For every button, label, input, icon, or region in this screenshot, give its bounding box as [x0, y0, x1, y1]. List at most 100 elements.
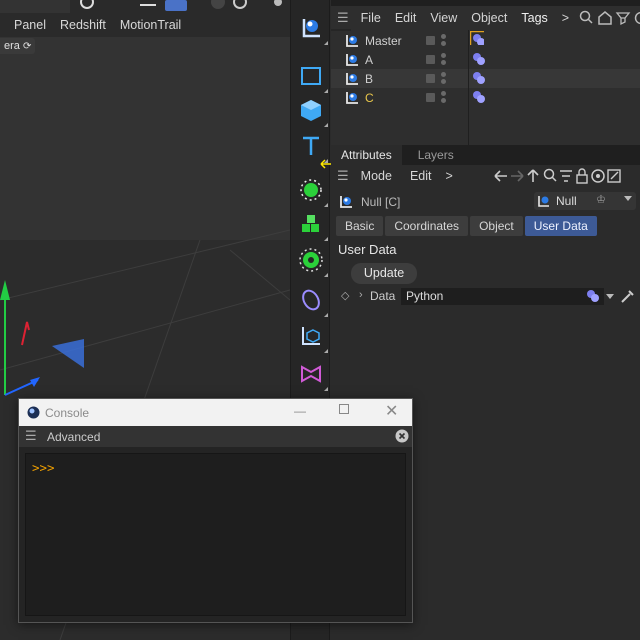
- object-header: Null [C] Null ♔: [331, 191, 640, 213]
- object-type-text: Null: [556, 194, 577, 208]
- python-tag-icon[interactable]: [472, 52, 486, 66]
- visibility-toggle[interactable]: [426, 55, 435, 64]
- update-button[interactable]: Update: [351, 263, 417, 284]
- null-object-icon: [302, 19, 320, 38]
- keyframe-diamond-icon[interactable]: ◇: [341, 289, 349, 302]
- menu-edit[interactable]: Edit: [410, 169, 432, 183]
- object-row-a[interactable]: A: [331, 50, 640, 69]
- console-titlebar[interactable]: Console — ✕: [19, 399, 412, 426]
- chevron-down-icon[interactable]: [606, 294, 614, 299]
- tab-layers[interactable]: Layers: [408, 145, 464, 165]
- hamburger-icon[interactable]: ☰: [337, 10, 349, 26]
- camera-refresh-icon: ⟳: [22, 41, 32, 52]
- object-manager-menubar: ☰ File Edit View Object Tags >: [331, 6, 640, 30]
- close-icon[interactable]: ✕: [385, 401, 398, 421]
- menu-more[interactable]: >: [445, 169, 452, 183]
- crown-icon: ♔: [596, 194, 606, 206]
- cloner-tool[interactable]: [297, 210, 328, 241]
- visibility-toggle[interactable]: [426, 93, 435, 102]
- menu-motiontrail[interactable]: MotionTrail: [120, 18, 181, 32]
- hamburger-icon[interactable]: ☰: [337, 168, 349, 184]
- menu-redshift[interactable]: Redshift: [60, 18, 106, 32]
- section-title: User Data: [338, 242, 397, 257]
- rectangle-spline-icon: [301, 67, 321, 85]
- python-tag-icon[interactable]: [470, 31, 484, 45]
- render-dots[interactable]: [441, 53, 446, 65]
- object-name: B: [365, 71, 374, 86]
- null-object-icon: [346, 73, 358, 85]
- object-name: A: [365, 52, 374, 67]
- viewport-menubar: Panel Redshift MotionTrail: [0, 13, 290, 37]
- attribute-menubar: ☰ Mode Edit >: [331, 165, 640, 187]
- chevron-down-icon: [624, 196, 632, 201]
- attribute-toolbar-icons[interactable]: [493, 168, 640, 184]
- field-icon: [301, 365, 321, 383]
- console-output[interactable]: >>>: [25, 453, 406, 616]
- object-row-master[interactable]: Master: [331, 31, 640, 50]
- data-value: Python: [406, 289, 444, 303]
- render-dots[interactable]: [441, 34, 446, 46]
- menu-panel[interactable]: Panel: [14, 18, 46, 32]
- clear-icon[interactable]: [395, 429, 409, 443]
- console-title: Console: [45, 405, 90, 420]
- menu-mode[interactable]: Mode: [361, 169, 392, 183]
- null-object-icon: [346, 92, 358, 104]
- tab-attributes[interactable]: Attributes: [331, 145, 402, 165]
- rectangle-tool[interactable]: [297, 62, 328, 93]
- attribute-tabs: Attributes Layers: [331, 145, 640, 165]
- effector-tool[interactable]: [297, 246, 328, 277]
- render-dots[interactable]: [441, 72, 446, 84]
- column-divider: [468, 30, 469, 145]
- python-tag-icon[interactable]: [472, 90, 486, 104]
- menu-more[interactable]: >: [562, 11, 569, 25]
- object-row-b[interactable]: B: [331, 69, 640, 88]
- null-object-tool[interactable]: [297, 14, 328, 45]
- field-tool[interactable]: [297, 360, 328, 391]
- object-tabs: Basic Coordinates Object User Data: [336, 216, 597, 236]
- object-type-dropdown[interactable]: Null ♔: [534, 192, 636, 210]
- cube-icon: [301, 100, 321, 121]
- tab-object[interactable]: Object: [470, 216, 523, 236]
- object-name: Master: [365, 33, 402, 48]
- minimize-icon[interactable]: —: [294, 404, 306, 418]
- menu-advanced[interactable]: Advanced: [47, 430, 100, 444]
- pipette-icon[interactable]: [619, 288, 635, 304]
- group-icon: [302, 327, 320, 345]
- python-prompt: >>>: [32, 460, 55, 475]
- null-object-icon: [346, 35, 358, 47]
- menu-file[interactable]: File: [361, 11, 381, 25]
- effector-gear-icon: [299, 248, 323, 272]
- maximize-icon[interactable]: [339, 404, 349, 414]
- python-tag-icon[interactable]: [472, 71, 486, 85]
- object-title: Null [C]: [361, 195, 401, 209]
- menu-tags[interactable]: Tags: [521, 11, 547, 25]
- cloner-icon: [302, 215, 319, 232]
- group-tool[interactable]: [297, 322, 328, 353]
- data-field[interactable]: Python: [401, 288, 604, 305]
- null-object-icon: [340, 196, 352, 208]
- object-manager: ☰ File Edit View Object Tags > Master A: [331, 0, 640, 145]
- render-dots[interactable]: [441, 91, 446, 103]
- menu-object[interactable]: Object: [471, 11, 507, 25]
- emitter-tool[interactable]: [297, 176, 328, 207]
- text-tool[interactable]: [297, 132, 328, 163]
- deformer-tool[interactable]: [297, 286, 328, 317]
- camera-label[interactable]: era ⟳: [0, 38, 36, 54]
- null-object-icon: [538, 196, 549, 207]
- menu-view[interactable]: View: [430, 11, 457, 25]
- hamburger-icon[interactable]: ☰: [25, 428, 37, 444]
- object-row-c[interactable]: C: [331, 88, 640, 107]
- tab-basic[interactable]: Basic: [336, 216, 384, 236]
- chevron-right-icon[interactable]: ›: [359, 289, 363, 301]
- tab-coordinates[interactable]: Coordinates: [385, 216, 469, 236]
- bend-deformer-icon: [302, 289, 320, 311]
- om-toolbar-icons[interactable]: [579, 10, 640, 26]
- viewport-top-icons: [70, 0, 290, 13]
- visibility-toggle[interactable]: [426, 36, 435, 45]
- console-window: Console — ✕ ☰ Advanced >>>: [18, 398, 413, 623]
- visibility-toggle[interactable]: [426, 74, 435, 83]
- cube-tool[interactable]: [297, 96, 328, 127]
- tab-user-data[interactable]: User Data: [524, 216, 597, 236]
- menu-edit[interactable]: Edit: [395, 11, 417, 25]
- emitter-icon: [300, 179, 322, 201]
